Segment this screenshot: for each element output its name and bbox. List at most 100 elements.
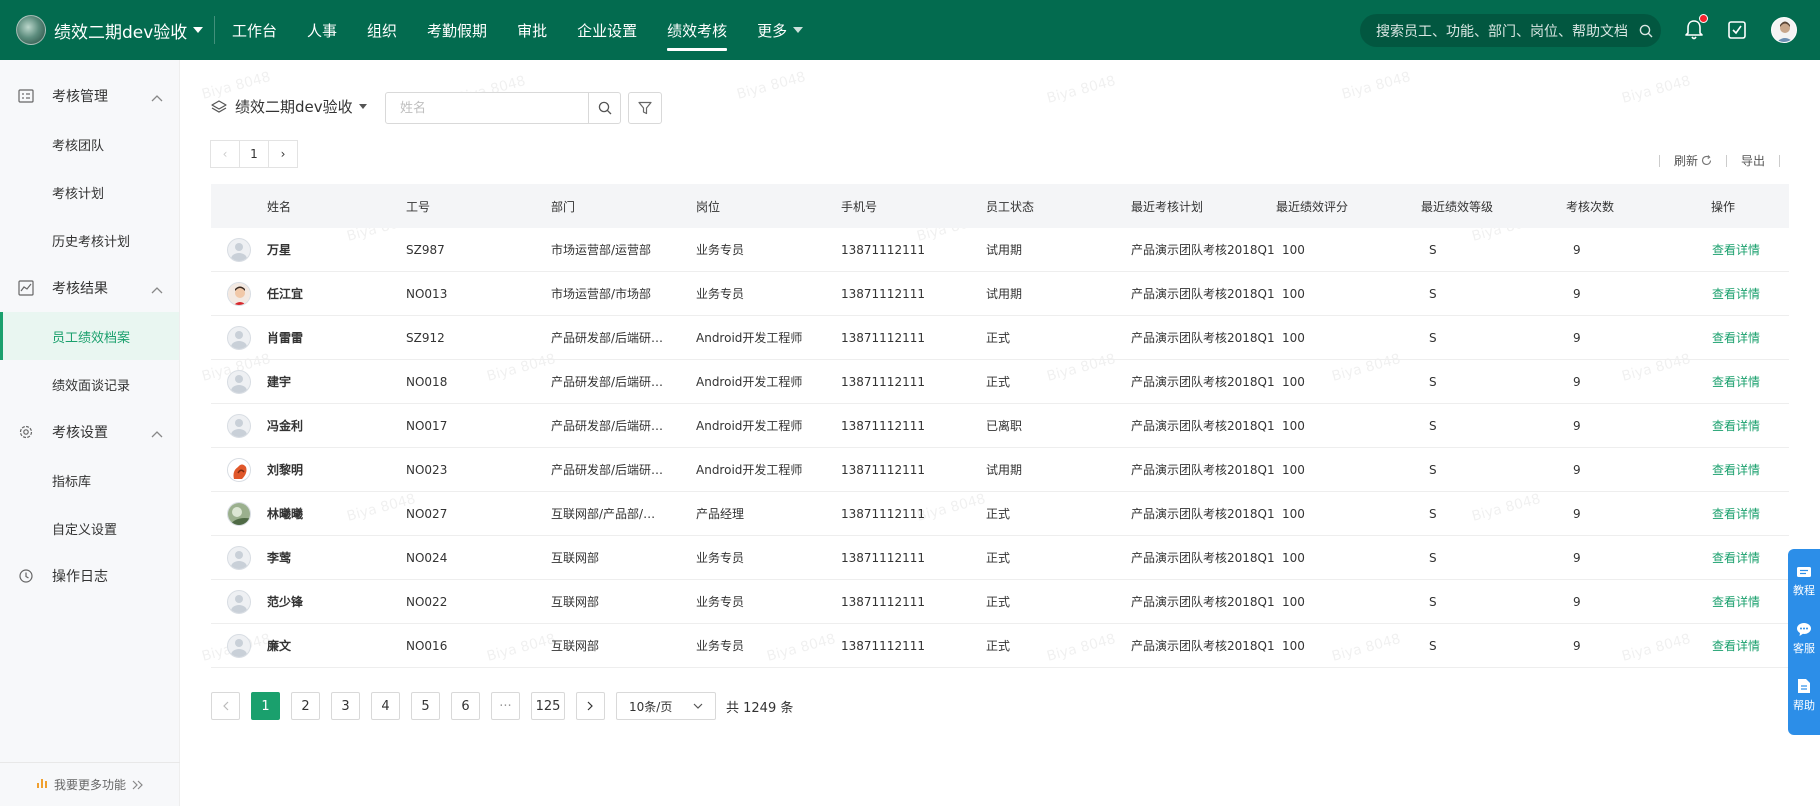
user-avatar[interactable]	[1771, 17, 1797, 43]
cell-avatar	[211, 633, 267, 658]
next-page-button[interactable]	[576, 692, 605, 720]
gear-icon	[18, 424, 34, 440]
search-button[interactable]	[588, 92, 621, 124]
view-details-link[interactable]: 查看详情	[1711, 549, 1789, 566]
employee-avatar	[227, 457, 251, 482]
global-search[interactable]: 搜索员工、功能、部门、岗位、帮助文档	[1360, 14, 1661, 47]
view-details-link[interactable]: 查看详情	[1711, 329, 1789, 346]
cell-department: 产品研发部/后端研…	[551, 375, 664, 389]
nav-performance[interactable]: 绩效考核	[652, 0, 742, 60]
cell-latest-grade: S	[1429, 462, 1437, 477]
mini-page-number[interactable]: 1	[239, 140, 269, 168]
page-button-5[interactable]: 5	[411, 692, 440, 720]
cell-phone: 13871112111	[841, 374, 925, 389]
cell-latest-grade: S	[1429, 286, 1437, 301]
cell-position: Android开发工程师	[696, 375, 803, 389]
nav-organization[interactable]: 组织	[352, 0, 412, 60]
employee-avatar	[227, 413, 251, 438]
customer-service-button[interactable]: 客服	[1793, 622, 1815, 679]
cell-employee-id: NO027	[406, 506, 448, 521]
table-row: 万星 SZ987 市场运营部/运营部 业务专员 13871112111 试用期 产品演示团队…	[211, 228, 1789, 272]
nav-hr[interactable]: 人事	[292, 0, 352, 60]
search-icon[interactable]	[1631, 24, 1661, 38]
prev-page-button[interactable]	[211, 692, 240, 720]
export-button[interactable]: 导出	[1741, 152, 1765, 169]
sidebar-item-history-plan[interactable]: 历史考核计划	[0, 216, 179, 264]
nav-more[interactable]: 更多	[742, 0, 818, 60]
cell-latest-grade: S	[1429, 506, 1437, 521]
nav-more-label: 更多	[757, 21, 788, 40]
table-row: 刘黎明 NO023 产品研发部/后端研… Android开发工程师 1387111211…	[211, 448, 1789, 492]
sidebar: 考核管理 考核团队 考核计划 历史考核计划 考核结果 员工绩效档案 绩效面谈记录…	[0, 60, 180, 806]
divider	[1725, 154, 1727, 167]
sidebar-group-assessment-results[interactable]: 考核结果	[0, 264, 179, 312]
sidebar-item-employee-performance-archive[interactable]: 员工绩效档案	[0, 312, 179, 360]
view-details-link[interactable]: 查看详情	[1711, 505, 1789, 522]
view-details-link[interactable]: 查看详情	[1711, 373, 1789, 390]
tutorial-button[interactable]: 教程	[1793, 565, 1815, 622]
bar-chart-icon	[36, 777, 48, 792]
company-switcher[interactable]: 绩效二期dev验收	[0, 15, 215, 45]
view-details-link[interactable]: 查看详情	[1711, 241, 1789, 258]
mini-prev-button[interactable]: ‹	[210, 140, 240, 168]
page-button-1[interactable]: 1	[251, 692, 280, 720]
help-button[interactable]: 帮助	[1793, 678, 1815, 735]
page-button-2[interactable]: 2	[291, 692, 320, 720]
cell-position: Android开发工程师	[696, 419, 803, 433]
employee-performance-table: 姓名 工号 部门 岗位 手机号 员工状态 最近考核计划 最近绩效评分 最近绩效等…	[211, 184, 1789, 668]
cell-name: 冯金利	[267, 419, 304, 433]
view-details-link[interactable]: 查看详情	[1711, 461, 1789, 478]
cell-latest-score: 100	[1282, 638, 1305, 653]
employee-avatar	[227, 281, 251, 306]
header-operation: 操作	[1711, 199, 1736, 214]
view-details-link[interactable]: 查看详情	[1711, 593, 1789, 610]
table-row: 任江宜 NO013 市场运营部/市场部 业务专员 13871112111 试用期 产品演示团…	[211, 272, 1789, 316]
cell-latest-score: 100	[1282, 286, 1305, 301]
header-assessment-count: 考核次数	[1566, 199, 1615, 214]
nav-company-settings[interactable]: 企业设置	[562, 0, 652, 60]
cell-position: 业务专员	[696, 639, 745, 653]
sidebar-item-custom-settings[interactable]: 自定义设置	[0, 504, 179, 552]
refresh-button[interactable]: 刷新	[1674, 152, 1712, 169]
sidebar-item-indicator-library[interactable]: 指标库	[0, 456, 179, 504]
watermark: Biya 8048	[1045, 73, 1118, 107]
nav-workbench[interactable]: 工作台	[217, 0, 292, 60]
filter-button[interactable]	[628, 92, 662, 124]
cell-latest-score: 100	[1282, 418, 1305, 433]
nav-approval[interactable]: 审批	[502, 0, 562, 60]
sidebar-group-assessment-settings[interactable]: 考核设置	[0, 408, 179, 456]
cell-department: 产品研发部/后端研…	[551, 331, 664, 345]
sidebar-item-assessment-team[interactable]: 考核团队	[0, 120, 179, 168]
view-details-link[interactable]: 查看详情	[1711, 285, 1789, 302]
sidebar-group-label: 考核设置	[52, 425, 108, 441]
company-selector[interactable]: 绩效二期dev验收	[211, 96, 367, 117]
page-button-3[interactable]: 3	[331, 692, 360, 720]
view-details-link[interactable]: 查看详情	[1711, 417, 1789, 434]
mini-pager: ‹ 1 ›	[210, 140, 298, 168]
sidebar-item-assessment-plan[interactable]: 考核计划	[0, 168, 179, 216]
page-size-value: 10条/页	[629, 699, 673, 714]
nav-attendance[interactable]: 考勤假期	[412, 0, 502, 60]
caret-down-icon	[793, 27, 804, 33]
page-size-select[interactable]: 10条/页	[616, 692, 716, 720]
header-status: 员工状态	[986, 199, 1035, 214]
watermark: Biya 8048	[1620, 73, 1693, 107]
cell-position: 业务专员	[696, 287, 745, 301]
sidebar-group-operation-log[interactable]: 操作日志	[0, 552, 179, 600]
page-button-6[interactable]: 6	[451, 692, 480, 720]
mini-next-button[interactable]: ›	[268, 140, 298, 168]
page-button-4[interactable]: 4	[371, 692, 400, 720]
cell-assessment-count: 9	[1573, 418, 1581, 433]
page-ellipsis[interactable]: ···	[491, 692, 520, 720]
page-button-last[interactable]: 125	[531, 692, 565, 720]
sidebar-item-interview-records[interactable]: 绩效面谈记录	[0, 360, 179, 408]
cell-name: 刘黎明	[267, 463, 304, 477]
view-details-link[interactable]: 查看详情	[1711, 637, 1789, 654]
cell-latest-plan: 产品演示团队考核2018Q1	[1131, 375, 1275, 389]
divider	[1779, 154, 1780, 167]
sidebar-group-assessment-management[interactable]: 考核管理	[0, 72, 179, 120]
more-features-link[interactable]: 我要更多功能	[0, 762, 180, 806]
task-check-icon[interactable]	[1723, 16, 1751, 44]
notification-bell-icon[interactable]	[1680, 14, 1708, 44]
name-search-input[interactable]	[385, 92, 589, 124]
